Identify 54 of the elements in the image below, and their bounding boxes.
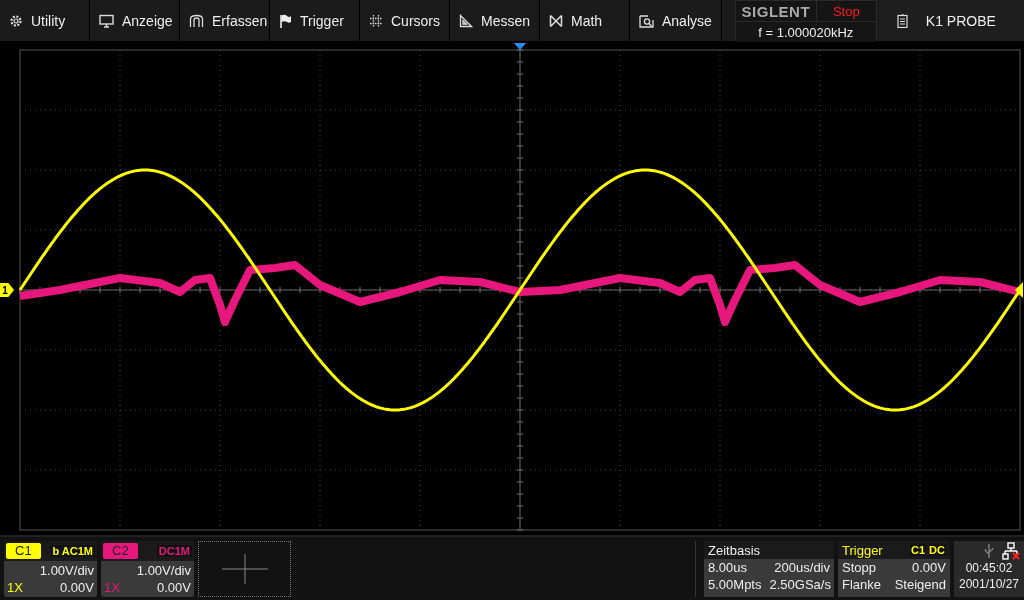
network-disconnected-icon (1002, 541, 1020, 560)
menu-button[interactable]: Math (540, 0, 630, 41)
vertical-scale: 1.00V/div (39, 563, 94, 578)
menu-button[interactable]: Utility (0, 0, 90, 41)
brand-logo: SIGLENT (741, 2, 811, 20)
trigger-level-readout: 0.00V (912, 559, 946, 576)
ruler-triangle-icon (459, 13, 473, 28)
frequency-readout: f = 1.000020kHz (758, 24, 854, 40)
menu-button[interactable]: Analyse (630, 0, 722, 41)
channel-tag: C1 (6, 543, 41, 559)
menu-button[interactable]: Erfassen (180, 0, 270, 41)
probe-ratio: 1X (104, 580, 120, 595)
menu-button[interactable]: Messen (450, 0, 540, 41)
trigger-coupling: DC (928, 544, 946, 556)
flag-icon (279, 13, 292, 28)
menu-button[interactable]: Cursors (360, 0, 450, 41)
channel-marker[interactable]: 1 (0, 283, 14, 297)
clock-date: 2001/10/27 (958, 576, 1020, 592)
horizontal-scale: 200us/div (774, 559, 830, 576)
coupling-label: b AC1M (50, 545, 95, 557)
channel-panel[interactable]: C2 DC1M 1.00V/div 1X 0.00V (101, 541, 194, 597)
monitor-icon (99, 13, 114, 28)
panel-title: Zeitbasis (708, 542, 761, 558)
menu-button[interactable]: Anzeige (90, 0, 180, 41)
vertical-scale: 1.00V/div (136, 563, 191, 578)
plus-icon (221, 554, 268, 584)
coupling-label: DC1M (156, 545, 192, 557)
trigger-slope: Steigend (894, 576, 946, 593)
trigger-delay: 8.00us (708, 559, 748, 576)
run-status: Stop (832, 3, 860, 19)
vertical-offset: 0.00V (157, 580, 191, 595)
magnifier-chart-icon (639, 13, 654, 28)
channel-panel[interactable]: C1 b AC1M 1.00V/div 1X 0.00V (4, 541, 97, 597)
vertical-offset: 0.00V (60, 580, 94, 595)
channel-tag: C2 (103, 543, 138, 559)
math-icon (549, 13, 563, 28)
gear-icon (9, 13, 23, 28)
usb-icon (984, 542, 994, 559)
trigger-panel[interactable]: Trigger C1 DC Stopp 0.00V Flanke Steigend (838, 541, 950, 597)
trigger-level-marker[interactable] (1015, 282, 1023, 298)
menu-button[interactable]: Trigger (270, 0, 360, 41)
panel-title: Trigger (842, 542, 883, 558)
sample-rate: 2.50GSa/s (769, 576, 831, 593)
trigger-type: Flanke (842, 576, 882, 593)
probe-ratio: 1X (7, 580, 23, 595)
arch-icon (189, 13, 204, 28)
clock-time: 00:45:02 (965, 560, 1013, 576)
trigger-source: C1 (910, 544, 927, 556)
timebase-panel[interactable]: Zeitbasis 8.00us 200us/div 5.00Mpts 2.50GSa/s (704, 541, 834, 597)
add-channel-button[interactable] (198, 541, 291, 597)
trigger-mode: Stopp (842, 559, 876, 576)
clipboard-icon (896, 13, 908, 28)
memory-depth: 5.00Mpts (708, 576, 762, 593)
grid-icon (369, 13, 383, 28)
